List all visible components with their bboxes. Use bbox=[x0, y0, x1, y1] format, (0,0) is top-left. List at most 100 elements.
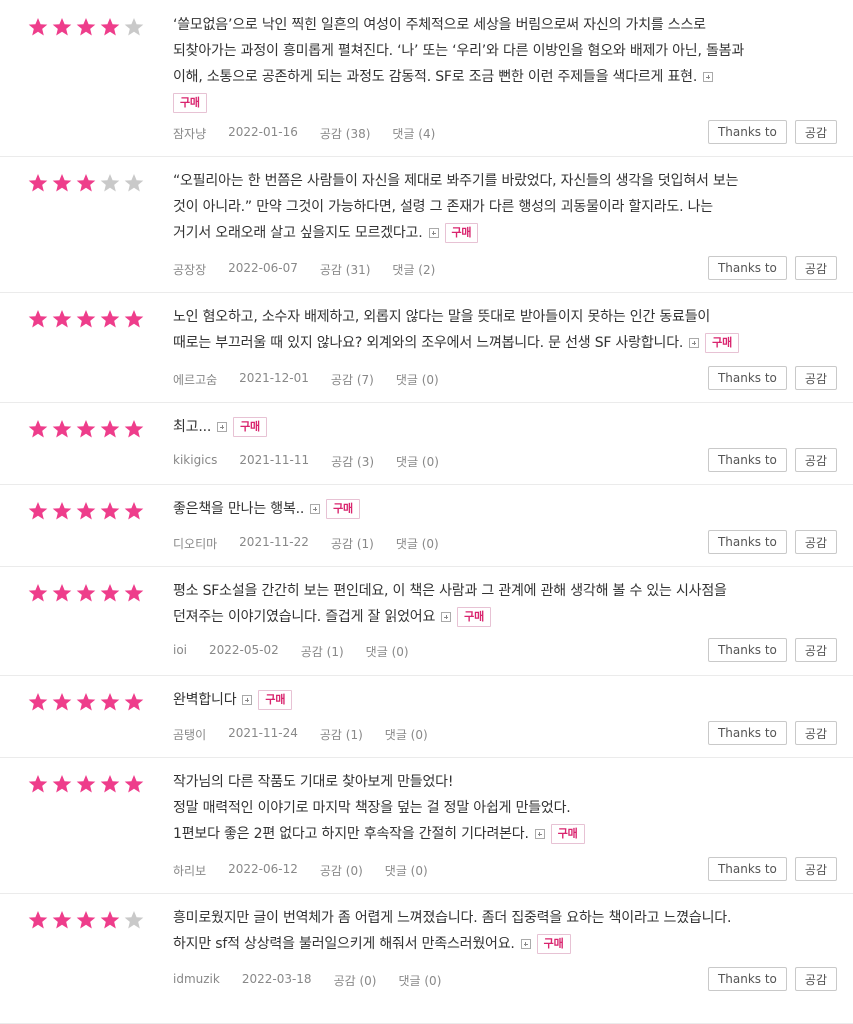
like-count[interactable]: 공감 (38) bbox=[320, 125, 371, 142]
comment-count[interactable]: 댓글 (0) bbox=[385, 726, 428, 743]
star-filled-icon bbox=[124, 310, 144, 328]
like-button[interactable]: 공감 bbox=[794, 638, 837, 662]
expand-icon[interactable] bbox=[428, 228, 439, 238]
review-meta: ioi 2022-05-02 공감 (1) 댓글 (0) bbox=[173, 643, 409, 660]
like-count[interactable]: 공감 (1) bbox=[331, 535, 374, 552]
purchase-badge: 구매 bbox=[258, 690, 293, 710]
star-rating bbox=[28, 309, 144, 329]
star-rating bbox=[28, 501, 144, 521]
star-filled-icon bbox=[76, 420, 96, 438]
comment-count[interactable]: 댓글 (0) bbox=[398, 972, 441, 989]
thanks-to-button[interactable]: Thanks to bbox=[707, 448, 787, 472]
review-text-line: 거기서 오래오래 살고 싶을지도 모르겠다고. 구매 bbox=[173, 220, 837, 246]
thanks-to-button[interactable]: Thanks to bbox=[707, 967, 787, 991]
like-button[interactable]: 공감 bbox=[794, 857, 837, 881]
purchase-badge-line: 구매 bbox=[173, 90, 837, 116]
expand-icon[interactable] bbox=[520, 939, 531, 949]
like-button[interactable]: 공감 bbox=[794, 256, 837, 280]
star-filled-icon bbox=[124, 420, 144, 438]
like-count[interactable]: 공감 (31) bbox=[320, 261, 371, 278]
comment-count[interactable]: 댓글 (0) bbox=[396, 535, 439, 552]
author-name[interactable]: 곰탱이 bbox=[173, 726, 206, 743]
author-name[interactable]: 에르고숨 bbox=[173, 371, 217, 388]
review-item: 완벽합니다 구매 곰탱이 2021-11-24 공감 (1) 댓글 (0) Thanks t… bbox=[0, 675, 853, 758]
star-filled-icon bbox=[52, 18, 72, 36]
review-item: 최고... 구매 kikigics 2021-11-11 공감 (3) 댓글 (0) Tha… bbox=[0, 402, 853, 485]
like-button[interactable]: 공감 bbox=[794, 448, 837, 472]
author-name[interactable]: kikigics bbox=[173, 453, 217, 470]
review-content: 완벽합니다 구매 bbox=[173, 687, 837, 713]
review-item: 좋은책을 만나는 행복.. 구매 디오티마 2021-11-22 공감 (1) 댓글 (0… bbox=[0, 484, 853, 567]
review-date: 2022-06-07 bbox=[228, 261, 298, 275]
like-count[interactable]: 공감 (3) bbox=[331, 453, 374, 470]
expand-icon[interactable] bbox=[534, 829, 545, 839]
like-count[interactable]: 공감 (1) bbox=[320, 726, 363, 743]
expand-icon[interactable] bbox=[441, 612, 452, 622]
comment-count[interactable]: 댓글 (0) bbox=[396, 453, 439, 470]
expand-icon[interactable] bbox=[242, 695, 253, 705]
like-button[interactable]: 공감 bbox=[794, 967, 837, 991]
star-filled-icon bbox=[76, 174, 96, 192]
review-text: “오필리아는 한 번쯤은 사람들이 자신을 제대로 봐주기를 바랐었다, 자신들… bbox=[173, 168, 837, 246]
like-count[interactable]: 공감 (7) bbox=[331, 371, 374, 388]
thanks-to-button[interactable]: Thanks to bbox=[707, 638, 787, 662]
like-button[interactable]: 공감 bbox=[794, 721, 837, 745]
review-item: “오필리아는 한 번쯤은 사람들이 자신을 제대로 봐주기를 바랐었다, 자신들… bbox=[0, 156, 853, 293]
expand-icon[interactable] bbox=[703, 72, 714, 82]
like-count[interactable]: 공감 (1) bbox=[301, 643, 344, 660]
review-meta: 공장장 2022-06-07 공감 (31) 댓글 (2) bbox=[173, 261, 435, 278]
review-text: ‘쓸모없음’으로 낙인 찍힌 일흔의 여성이 주체적으로 세상을 버림으로써 자… bbox=[173, 12, 837, 116]
comment-count[interactable]: 댓글 (0) bbox=[396, 371, 439, 388]
like-count[interactable]: 공감 (0) bbox=[334, 972, 377, 989]
thanks-to-button[interactable]: Thanks to bbox=[707, 366, 787, 390]
review-actions: Thanks to 공감 bbox=[707, 721, 837, 745]
comment-count[interactable]: 댓글 (0) bbox=[366, 643, 409, 660]
like-button[interactable]: 공감 bbox=[794, 530, 837, 554]
thanks-to-button[interactable]: Thanks to bbox=[707, 857, 787, 881]
review-text: 흥미로웠지만 글이 번역체가 좀 어렵게 느껴졌습니다. 좀더 집중력을 요하는… bbox=[173, 905, 837, 957]
expand-icon[interactable] bbox=[217, 422, 228, 432]
star-rating bbox=[28, 774, 144, 794]
star-filled-icon bbox=[124, 502, 144, 520]
star-rating bbox=[28, 173, 144, 193]
review-content: 작가님의 다른 작품도 기대로 찾아보게 만들었다! 정말 매력적인 이야기로 마… bbox=[173, 769, 837, 847]
thanks-to-button[interactable]: Thanks to bbox=[707, 530, 787, 554]
author-name[interactable]: idmuzik bbox=[173, 972, 220, 989]
review-meta: 잠자냥 2022-01-16 공감 (38) 댓글 (4) bbox=[173, 125, 435, 142]
author-name[interactable]: 디오티마 bbox=[173, 535, 217, 552]
review-actions: Thanks to 공감 bbox=[707, 857, 837, 881]
expand-icon[interactable] bbox=[689, 338, 700, 348]
review-text-line: ‘쓸모없음’으로 낙인 찍힌 일흔의 여성이 주체적으로 세상을 버림으로써 자… bbox=[173, 17, 706, 33]
star-filled-icon bbox=[28, 502, 48, 520]
review-item: 흥미로웠지만 글이 번역체가 좀 어렵게 느껴졌습니다. 좀더 집중력을 요하는… bbox=[0, 893, 853, 1024]
star-filled-icon bbox=[76, 584, 96, 602]
review-text-line: 것이 아니라.” 만약 그것이 가능하다면, 설령 그 존재가 다른 행성의 괴… bbox=[173, 199, 713, 215]
thanks-to-button[interactable]: Thanks to bbox=[707, 120, 787, 144]
review-text-line: 좋은책을 만나는 행복.. 구매 bbox=[173, 496, 837, 522]
star-filled-icon bbox=[52, 911, 72, 929]
star-filled-icon bbox=[28, 584, 48, 602]
review-actions: Thanks to 공감 bbox=[707, 366, 837, 390]
author-name[interactable]: 하리보 bbox=[173, 862, 206, 879]
author-name[interactable]: ioi bbox=[173, 643, 187, 660]
review-text-line: 완벽합니다 구매 bbox=[173, 687, 837, 713]
comment-count[interactable]: 댓글 (4) bbox=[392, 125, 435, 142]
review-text-line: 하지만 sf적 상상력을 불러일으키게 해줘서 만족스러웠어요. 구매 bbox=[173, 931, 837, 957]
thanks-to-button[interactable]: Thanks to bbox=[707, 256, 787, 280]
star-filled-icon bbox=[100, 18, 120, 36]
review-text-line: “오필리아는 한 번쯤은 사람들이 자신을 제대로 봐주기를 바랐었다, 자신들… bbox=[173, 173, 739, 189]
review-actions: Thanks to 공감 bbox=[707, 530, 837, 554]
purchase-badge: 구매 bbox=[173, 93, 207, 113]
review-date: 2022-05-02 bbox=[209, 643, 279, 657]
author-name[interactable]: 잠자냥 bbox=[173, 125, 206, 142]
review-date: 2022-01-16 bbox=[228, 125, 298, 139]
like-count[interactable]: 공감 (0) bbox=[320, 862, 363, 879]
thanks-to-button[interactable]: Thanks to bbox=[707, 721, 787, 745]
comment-count[interactable]: 댓글 (0) bbox=[385, 862, 428, 879]
star-filled-icon bbox=[124, 693, 144, 711]
expand-icon[interactable] bbox=[310, 504, 321, 514]
author-name[interactable]: 공장장 bbox=[173, 261, 206, 278]
comment-count[interactable]: 댓글 (2) bbox=[392, 261, 435, 278]
like-button[interactable]: 공감 bbox=[794, 120, 837, 144]
like-button[interactable]: 공감 bbox=[794, 366, 837, 390]
